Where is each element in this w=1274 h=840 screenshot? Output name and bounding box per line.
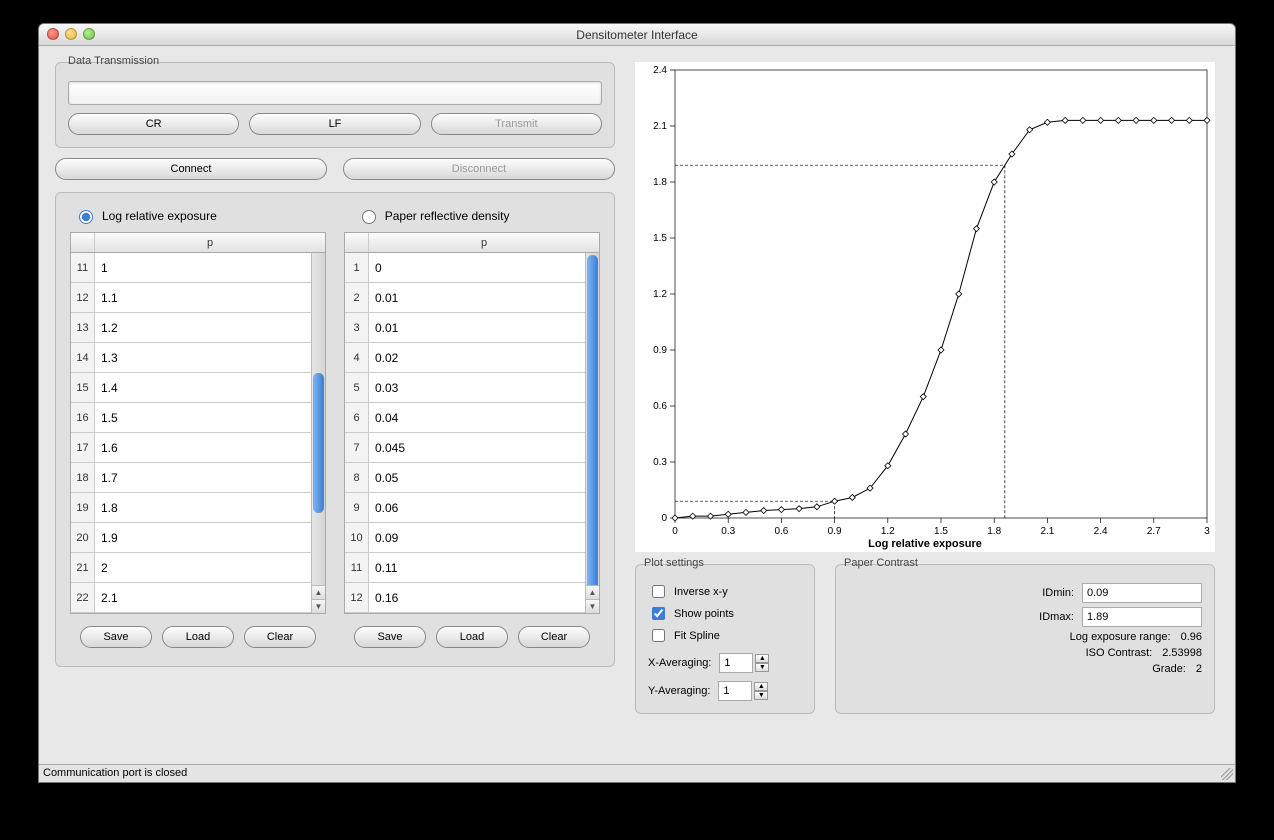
lf-button[interactable]: LF (249, 113, 420, 135)
load-button[interactable]: Load (162, 626, 234, 648)
x-averaging-input[interactable] (719, 653, 753, 673)
svg-text:1.5: 1.5 (653, 233, 667, 244)
table-row[interactable]: 212 (71, 553, 311, 583)
table-row[interactable]: 161.5 (71, 403, 311, 433)
table-row[interactable]: 100.09 (345, 523, 585, 553)
svg-text:0.6: 0.6 (653, 401, 667, 412)
paper-contrast-panel: Paper Contrast IDmin: IDmax: Log exposur… (835, 564, 1215, 714)
table-row[interactable]: 50.03 (345, 373, 585, 403)
svg-text:1.2: 1.2 (881, 526, 895, 537)
load-button[interactable]: Load (436, 626, 508, 648)
table-row[interactable]: 121.1 (71, 283, 311, 313)
tables-panel: Log relative exposure Paper reflective d… (55, 192, 615, 667)
table-row[interactable]: 110.11 (345, 553, 585, 583)
scroll-down-icon[interactable]: ▼ (586, 599, 599, 613)
transmit-button[interactable]: Transmit (431, 113, 602, 135)
resize-handle-icon[interactable] (1221, 768, 1233, 780)
app-window: Densitometer Interface Data Transmission… (38, 23, 1236, 783)
table-row[interactable]: 151.4 (71, 373, 311, 403)
svg-text:0.9: 0.9 (828, 526, 842, 537)
svg-text:0.3: 0.3 (653, 457, 667, 468)
table-row[interactable]: 120.16 (345, 583, 585, 613)
scroll-down-icon[interactable]: ▼ (312, 599, 325, 613)
minimize-icon[interactable] (65, 28, 77, 40)
save-button[interactable]: Save (80, 626, 152, 648)
table-row[interactable]: 90.06 (345, 493, 585, 523)
scrollbar[interactable] (311, 253, 325, 599)
table-row[interactable]: 201.9 (71, 523, 311, 553)
table-row[interactable]: 191.8 (71, 493, 311, 523)
clear-button[interactable]: Clear (518, 626, 590, 648)
table-row[interactable]: 60.04 (345, 403, 585, 433)
stepper-up-icon[interactable]: ▲ (754, 682, 768, 691)
stepper-up-icon[interactable]: ▲ (755, 654, 769, 663)
scroll-up-icon[interactable]: ▲ (586, 585, 599, 599)
transmission-input[interactable] (68, 81, 602, 105)
svg-text:3: 3 (1204, 526, 1210, 537)
cr-button[interactable]: CR (68, 113, 239, 135)
svg-text:1.8: 1.8 (987, 526, 1001, 537)
stepper-down-icon[interactable]: ▼ (755, 663, 769, 672)
table-row[interactable]: 181.7 (71, 463, 311, 493)
log-range-value: 0.96 (1179, 631, 1202, 643)
scrollbar[interactable] (585, 253, 599, 599)
grade-value: 2 (1194, 663, 1202, 675)
clear-button[interactable]: Clear (244, 626, 316, 648)
svg-text:2.1: 2.1 (653, 121, 667, 132)
show-points-checkbox[interactable] (652, 607, 665, 620)
close-icon[interactable] (47, 28, 59, 40)
connect-button[interactable]: Connect (55, 158, 327, 180)
svg-text:2.1: 2.1 (1040, 526, 1054, 537)
table-row[interactable]: 10 (345, 253, 585, 283)
svg-text:0: 0 (661, 513, 667, 524)
svg-text:1.5: 1.5 (934, 526, 948, 537)
table-row[interactable]: 171.6 (71, 433, 311, 463)
table-paper-density[interactable]: p 1020.0130.0140.0250.0360.0470.04580.05… (344, 232, 600, 614)
svg-text:2.4: 2.4 (653, 65, 667, 76)
save-button[interactable]: Save (354, 626, 426, 648)
svg-text:2.4: 2.4 (1094, 526, 1108, 537)
svg-text:0.3: 0.3 (721, 526, 735, 537)
svg-text:1.2: 1.2 (653, 289, 667, 300)
table-row[interactable]: 111 (71, 253, 311, 283)
y-averaging-input[interactable] (718, 681, 752, 701)
density-chart: 0 0.3 0.6 0.9 1.2 1.5 1.8 2.1 2.4 2.7 3 0 0.3 0.6 0.9 1… (635, 62, 1215, 552)
table-row[interactable]: 20.01 (345, 283, 585, 313)
svg-text:0: 0 (672, 526, 678, 537)
svg-text:0.6: 0.6 (774, 526, 788, 537)
table-row[interactable]: 80.05 (345, 463, 585, 493)
titlebar: Densitometer Interface (39, 24, 1235, 46)
table-row[interactable]: 40.02 (345, 343, 585, 373)
svg-text:0.9: 0.9 (653, 345, 667, 356)
status-text: Communication port is closed (43, 767, 187, 779)
x-axis-label: Log relative exposure (635, 538, 1215, 550)
table-row[interactable]: 222.1 (71, 583, 311, 613)
svg-text:1.8: 1.8 (653, 177, 667, 188)
scroll-up-icon[interactable]: ▲ (312, 585, 325, 599)
window-title: Densitometer Interface (576, 28, 697, 42)
table-row[interactable]: 70.045 (345, 433, 585, 463)
zoom-icon[interactable] (83, 28, 95, 40)
data-transmission-group: Data Transmission CR LF Transmit (55, 62, 615, 148)
table-log-exposure[interactable]: p 111121.1131.2141.3151.4161.5171.6181.7… (70, 232, 326, 614)
iso-contrast-value: 2.53998 (1160, 647, 1202, 659)
status-bar: Communication port is closed (39, 764, 1235, 782)
table-row[interactable]: 131.2 (71, 313, 311, 343)
svg-text:2.7: 2.7 (1147, 526, 1161, 537)
radio-log-exposure[interactable]: Log relative exposure (74, 207, 217, 224)
inverse-xy-checkbox[interactable] (652, 585, 665, 598)
disconnect-button[interactable]: Disconnect (343, 158, 615, 180)
radio-paper-density[interactable]: Paper reflective density (357, 207, 510, 224)
idmax-input[interactable] (1082, 607, 1202, 627)
idmin-input[interactable] (1082, 583, 1202, 603)
plot-settings-panel: Plot settings Inverse x-y Show points Fi… (635, 564, 815, 714)
group-title: Data Transmission (66, 55, 161, 67)
table-row[interactable]: 141.3 (71, 343, 311, 373)
stepper-down-icon[interactable]: ▼ (754, 691, 768, 700)
table-row[interactable]: 30.01 (345, 313, 585, 343)
fit-spline-checkbox[interactable] (652, 629, 665, 642)
